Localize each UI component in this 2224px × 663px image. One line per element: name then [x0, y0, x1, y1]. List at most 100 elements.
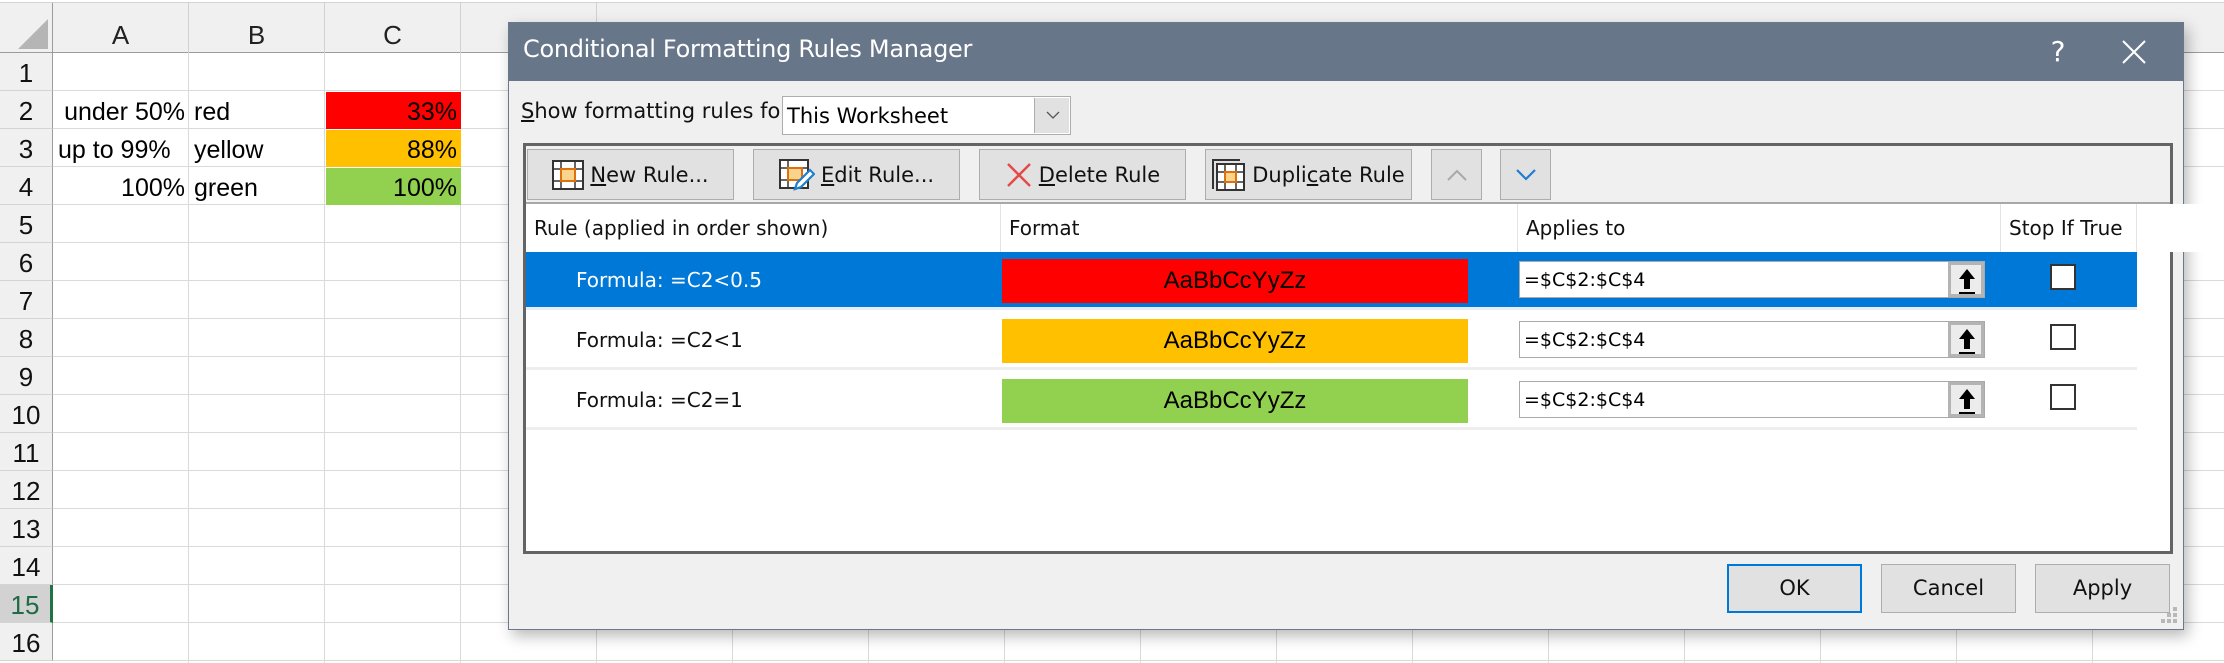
dialog-titlebar[interactable]: Conditional Formatting Rules Manager ? — [509, 23, 2183, 81]
delete-rule-label: Delete Rule — [1039, 163, 1160, 187]
row-header-15[interactable]: 15 — [0, 585, 53, 623]
show-rules-for-label: Show formatting rules for: — [521, 99, 796, 123]
new-rule-icon — [552, 159, 585, 190]
format-preview: AaBbCcYyZz — [1002, 319, 1468, 363]
cell-c4[interactable]: 100% — [326, 168, 461, 205]
scope-select-value: This Worksheet — [787, 104, 949, 128]
row-header-10[interactable]: 10 — [0, 395, 53, 433]
column-header-applies-to: Applies to — [1518, 204, 2001, 252]
cell-a4[interactable]: 100% — [54, 168, 189, 205]
rules-table-header: Rule (applied in order shown) Format App… — [526, 204, 2224, 252]
collapse-range-button[interactable] — [1948, 322, 1984, 357]
cell-c2[interactable]: 33% — [326, 92, 461, 129]
applies-to-input[interactable]: =$C$2:$C$4 — [1519, 381, 1985, 418]
edit-rule-label: Edit Rule... — [821, 163, 934, 187]
column-header-stop-if-true: Stop If True — [2001, 204, 2137, 252]
cancel-button[interactable]: Cancel — [1881, 564, 2016, 613]
row-header-6[interactable]: 6 — [0, 243, 53, 281]
chevron-up-icon — [1446, 169, 1467, 181]
stop-if-true-checkbox[interactable] — [2050, 324, 2076, 350]
stop-if-true-checkbox[interactable] — [2050, 384, 2076, 410]
delete-rule-text: elete Rule — [1054, 162, 1161, 187]
rule-row[interactable]: Formula: =C2<1 AaBbCcYyZz =$C$2:$C$4 — [526, 312, 2137, 370]
new-rule-button[interactable]: New Rule... — [527, 149, 734, 200]
close-icon — [2122, 40, 2146, 64]
cell-a2[interactable]: under 50% — [54, 92, 189, 129]
resize-grip-icon[interactable] — [2160, 606, 2178, 624]
format-preview: AaBbCcYyZz — [1002, 379, 1468, 423]
column-header-c[interactable]: C — [325, 3, 461, 53]
duplicate-rule-button[interactable]: Duplicate Rule — [1205, 149, 1412, 200]
scope-select-toggle[interactable] — [1034, 98, 1069, 133]
chevron-down-icon — [1515, 168, 1536, 181]
applies-to-value: =$C$2:$C$4 — [1524, 269, 1646, 291]
collapse-range-button[interactable] — [1948, 382, 1984, 417]
column-header-rule: Rule (applied in order shown) — [526, 204, 1001, 252]
scope-select[interactable]: This Worksheet — [782, 96, 1071, 135]
select-all-triangle-icon — [18, 19, 48, 49]
delete-x-icon — [1006, 162, 1031, 187]
cell-b3[interactable]: yellow — [190, 130, 325, 167]
column-header-a[interactable]: A — [53, 3, 189, 53]
edit-rule-icon — [778, 158, 815, 191]
format-preview: AaBbCcYyZz — [1002, 259, 1468, 303]
delete-rule-button[interactable]: Delete Rule — [979, 149, 1186, 200]
row-header-11[interactable]: 11 — [0, 433, 53, 471]
rule-row[interactable]: Formula: =C2<0.5 AaBbCcYyZz =$C$2:$C$4 — [526, 252, 2137, 310]
row-header-4[interactable]: 4 — [0, 167, 53, 205]
conditional-formatting-rules-manager-dialog: Conditional Formatting Rules Manager ? S… — [508, 22, 2224, 630]
cell-c3[interactable]: 88% — [326, 130, 461, 167]
duplicate-rule-accel: c — [1306, 162, 1319, 187]
row-header-5[interactable]: 5 — [0, 205, 53, 243]
new-rule-text: ew Rule... — [606, 162, 709, 187]
duplicate-rule-label: Duplicate Rule — [1252, 163, 1404, 187]
edit-rule-button[interactable]: Edit Rule... — [753, 149, 960, 200]
edit-rule-accel: E — [820, 162, 835, 187]
delete-rule-accel: D — [1038, 162, 1055, 187]
new-rule-label: New Rule... — [590, 163, 708, 187]
column-header-b[interactable]: B — [189, 3, 325, 53]
move-down-button[interactable] — [1500, 149, 1551, 200]
applies-to-input[interactable]: =$C$2:$C$4 — [1519, 261, 1985, 298]
chevron-down-icon — [1046, 111, 1060, 119]
edit-rule-text: dit Rule... — [834, 162, 935, 187]
column-header-format: Format — [1001, 204, 1518, 252]
applies-to-value: =$C$2:$C$4 — [1524, 329, 1646, 351]
row-header-2[interactable]: 2 — [0, 91, 53, 129]
gridline — [53, 660, 2224, 661]
row-header-9[interactable]: 9 — [0, 357, 53, 395]
new-rule-accel: N — [590, 162, 607, 187]
row-header-3[interactable]: 3 — [0, 129, 53, 167]
rules-panel: New Rule... Edit Rule... Delete Rule Dup… — [523, 143, 2224, 554]
arrow-up-icon — [1959, 329, 1975, 354]
rules-toolbar: New Rule... Edit Rule... Delete Rule Dup… — [526, 146, 2170, 204]
show-rules-accel: S — [521, 99, 535, 123]
rule-formula: Formula: =C2<1 — [576, 328, 743, 352]
dialog-title: Conditional Formatting Rules Manager — [523, 35, 973, 63]
row-header-7[interactable]: 7 — [0, 281, 53, 319]
cell-b4[interactable]: green — [190, 168, 325, 205]
row-header-12[interactable]: 12 — [0, 471, 53, 509]
applies-to-input[interactable]: =$C$2:$C$4 — [1519, 321, 1985, 358]
apply-button[interactable]: Apply — [2035, 564, 2170, 613]
cell-b2[interactable]: red — [190, 92, 325, 129]
collapse-range-button[interactable] — [1948, 262, 1984, 297]
row-header-8[interactable]: 8 — [0, 319, 53, 357]
row-header-13[interactable]: 13 — [0, 509, 53, 547]
help-icon: ? — [2050, 35, 2066, 68]
arrow-up-icon — [1959, 269, 1975, 294]
rule-row[interactable]: Formula: =C2=1 AaBbCcYyZz =$C$2:$C$4 — [526, 372, 2137, 430]
row-header-1[interactable]: 1 — [0, 53, 53, 91]
rule-formula: Formula: =C2<0.5 — [576, 268, 762, 292]
stop-if-true-checkbox[interactable] — [2050, 264, 2076, 290]
help-button[interactable]: ? — [2033, 27, 2083, 77]
move-up-button[interactable] — [1431, 149, 1482, 200]
ok-button[interactable]: OK — [1727, 564, 1862, 613]
close-button[interactable] — [2109, 27, 2159, 77]
row-header-14[interactable]: 14 — [0, 547, 53, 585]
row-header-16[interactable]: 16 — [0, 623, 53, 661]
cell-a3[interactable]: up to 99% — [54, 130, 189, 167]
applies-to-value: =$C$2:$C$4 — [1524, 389, 1646, 411]
duplicate-rule-text: ate Rule — [1318, 162, 1405, 187]
select-all-corner[interactable] — [0, 3, 53, 53]
